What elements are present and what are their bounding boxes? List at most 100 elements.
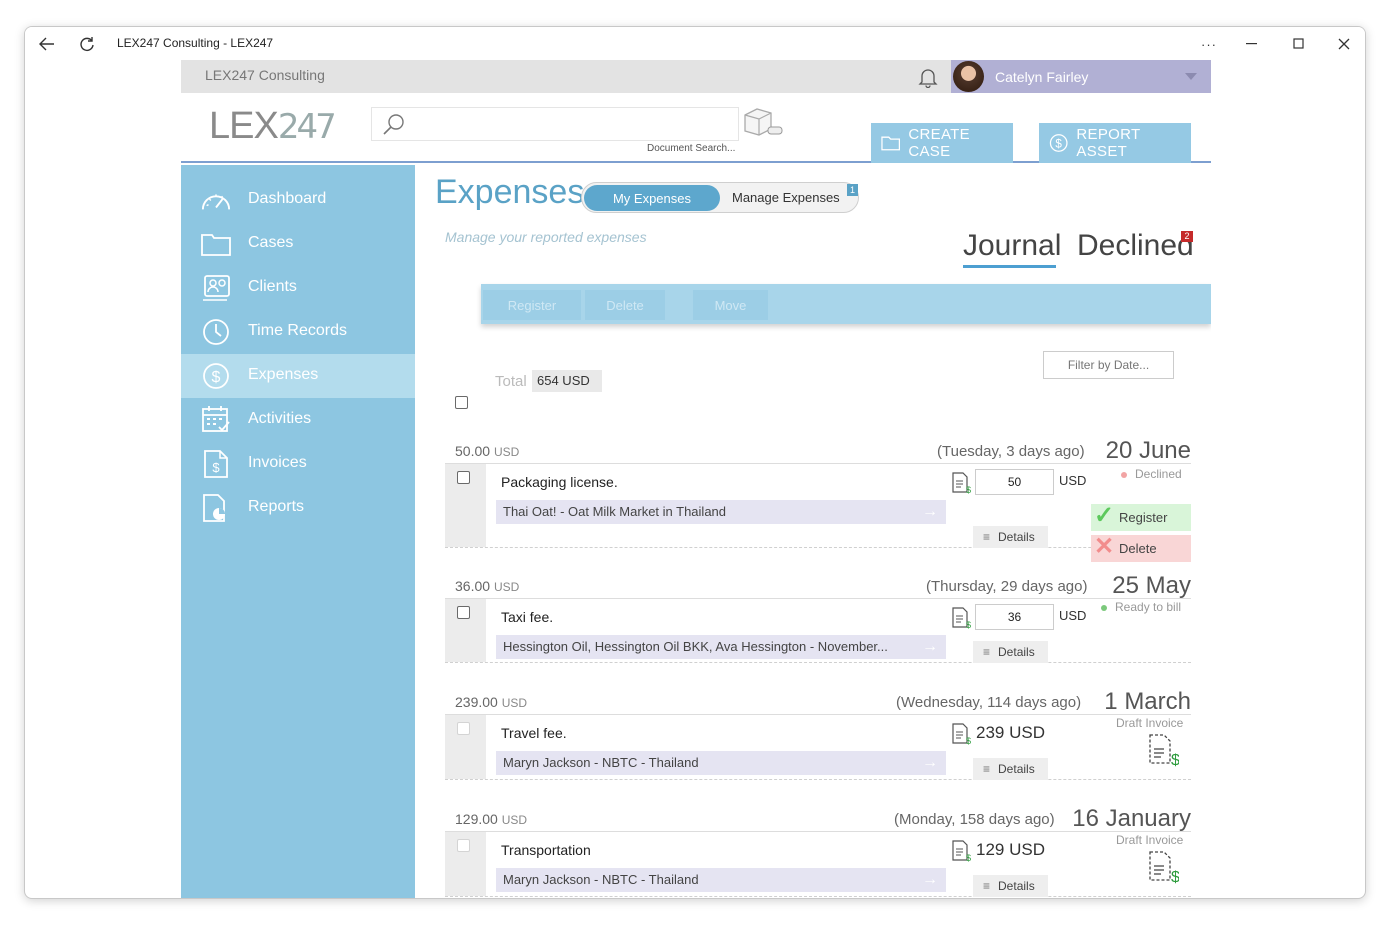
maximize-icon[interactable] [1287, 32, 1311, 56]
report-asset-button[interactable]: $ REPORT ASSET [1039, 123, 1191, 163]
svg-text:$: $ [966, 736, 971, 745]
search-hint: Document Search... [647, 143, 736, 154]
logo: LEX247 [209, 105, 337, 147]
sidebar-item-dashboard[interactable]: Dashboard [181, 178, 415, 222]
receipt-icon[interactable]: $ [951, 840, 971, 867]
sidebar-item-time-records[interactable]: Time Records [181, 310, 415, 354]
app-header: LEX247 Document Search... CREATE CASE $ … [181, 93, 1211, 163]
arrow-right-icon: → [922, 638, 938, 655]
tab-declined[interactable]: Declined [1077, 229, 1194, 263]
filter-by-date-button[interactable]: Filter by Date... [1043, 351, 1174, 379]
svg-text:$: $ [1171, 869, 1179, 884]
delete-button[interactable]: ✕ Delete [1091, 533, 1191, 562]
amount-currency: USD [1059, 473, 1087, 488]
sidebar-item-reports[interactable]: Reports [181, 486, 415, 530]
sidebar-item-expenses[interactable]: $ Expenses [181, 354, 415, 398]
manage-expenses-badge: 1 [847, 184, 858, 196]
tab-journal[interactable]: Journal [963, 229, 1061, 263]
row-checkbox[interactable] [457, 606, 470, 619]
details-button[interactable]: ≡ Details [973, 641, 1048, 663]
dollar-circle-icon: $ [201, 362, 231, 390]
sidebar-item-invoices[interactable]: $ Invoices [181, 442, 415, 486]
expense-description: Transportation [501, 842, 591, 858]
refresh-icon[interactable] [75, 32, 99, 56]
row-checkbox[interactable] [457, 722, 470, 735]
delete-action-button[interactable]: Delete [585, 290, 665, 320]
register-action-button[interactable]: Register [483, 290, 581, 320]
folder-icon [201, 230, 231, 258]
page-title: Expenses [435, 173, 585, 211]
sidebar-item-cases[interactable]: Cases [181, 222, 415, 266]
expense-client[interactable]: Hessington Oil, Hessington Oil BKK, Ava … [496, 635, 946, 659]
expense-amount-display: 239 USD [976, 723, 1045, 742]
details-button[interactable]: ≡ Details [973, 526, 1048, 548]
company-bar: LEX247 Consulting Catelyn Fairley [181, 60, 1211, 93]
manage-expenses-toggle[interactable]: Manage Expenses [732, 190, 840, 205]
receipt-icon[interactable]: $ [951, 723, 971, 750]
svg-text:$: $ [966, 853, 971, 862]
svg-text:$: $ [212, 460, 220, 475]
register-button[interactable]: ✓ Register [1091, 502, 1191, 531]
expense-relative-date: (Thursday, 29 days ago) [926, 578, 1088, 595]
total-label: Total [495, 373, 527, 390]
details-button[interactable]: ≡ Details [973, 875, 1048, 897]
expense-relative-date: (Tuesday, 3 days ago) [937, 443, 1085, 460]
page-subtitle: Manage your reported expenses [445, 229, 647, 245]
menu-lines-icon: ≡ [983, 879, 991, 893]
status-badge: Ready to bill [1101, 600, 1181, 614]
svg-text:$: $ [966, 620, 971, 629]
svg-text:$: $ [966, 485, 971, 494]
title-bar: LEX247 Consulting - LEX247 ··· [25, 27, 1365, 60]
invoice-icon: $ [201, 450, 231, 478]
expenses-view-toggle: My Expenses Manage Expenses [581, 182, 859, 213]
expense-relative-date: (Monday, 158 days ago) [894, 811, 1055, 828]
user-menu[interactable]: Catelyn Fairley [951, 60, 1211, 93]
my-expenses-toggle[interactable]: My Expenses [584, 185, 720, 211]
expense-relative-date: (Wednesday, 114 days ago) [896, 694, 1082, 711]
menu-lines-icon: ≡ [983, 530, 991, 544]
select-all-checkbox[interactable] [455, 396, 468, 409]
receipt-icon[interactable]: $ [951, 472, 971, 499]
expense-client[interactable]: Maryn Jackson - NBTC - Thailand → [496, 868, 946, 892]
app-content: LEX247 Consulting Catelyn Fairley LEX247… [181, 60, 1211, 898]
receipt-icon[interactable]: $ [951, 607, 971, 634]
search-input[interactable] [371, 107, 739, 141]
report-icon [201, 494, 231, 522]
status-badge: Draft Invoice [1116, 716, 1184, 730]
draft-invoice-icon[interactable]: $ [1147, 733, 1180, 772]
checkmark-icon: ✓ [1094, 502, 1115, 529]
row-checkbox[interactable] [457, 839, 470, 852]
details-button[interactable]: ≡ Details [973, 758, 1048, 780]
back-arrow-icon[interactable] [35, 32, 59, 56]
sidebar-item-activities[interactable]: Activities [181, 398, 415, 442]
expense-group: 36.00 USD (Thursday, 29 days ago) 25 May… [445, 572, 1191, 678]
minimize-icon[interactable] [1240, 32, 1264, 56]
draft-invoice-icon[interactable]: $ [1147, 850, 1180, 889]
amount-input[interactable]: 50 [975, 469, 1054, 495]
sidebar-item-clients[interactable]: Clients [181, 266, 415, 310]
dollar-circle-icon: $ [1049, 134, 1068, 152]
folder-icon [881, 136, 901, 151]
sidebar: Dashboard Cases Clients Time Records $ E… [181, 165, 415, 898]
expense-amount: 50.00 USD [455, 443, 520, 459]
company-name: LEX247 Consulting [205, 67, 325, 83]
expense-date: 20 June [1105, 437, 1191, 464]
expense-amount: 129.00 USD [455, 811, 528, 827]
expense-client[interactable]: Maryn Jackson - NBTC - Thailand → [496, 751, 946, 775]
arrow-right-icon: → [922, 871, 938, 888]
clients-icon [201, 274, 231, 302]
app-window: LEX247 Consulting - LEX247 ··· LEX247 Co… [24, 26, 1366, 899]
row-checkbox[interactable] [457, 471, 470, 484]
document-box-icon[interactable] [741, 105, 785, 144]
amount-input[interactable]: 36 [975, 604, 1054, 630]
chevron-down-icon[interactable] [1185, 73, 1197, 80]
expense-date: 1 March [1104, 688, 1191, 715]
bell-icon[interactable] [917, 66, 939, 93]
move-action-button[interactable]: Move [693, 290, 768, 320]
create-case-button[interactable]: CREATE CASE [871, 123, 1013, 163]
close-icon[interactable] [1332, 32, 1356, 56]
more-options-icon[interactable]: ··· [1197, 32, 1221, 56]
expense-client[interactable]: Thai Oat! - Oat Milk Market in Thailand → [496, 500, 946, 524]
status-badge: Draft Invoice [1116, 833, 1184, 847]
svg-text:$: $ [1055, 137, 1062, 150]
